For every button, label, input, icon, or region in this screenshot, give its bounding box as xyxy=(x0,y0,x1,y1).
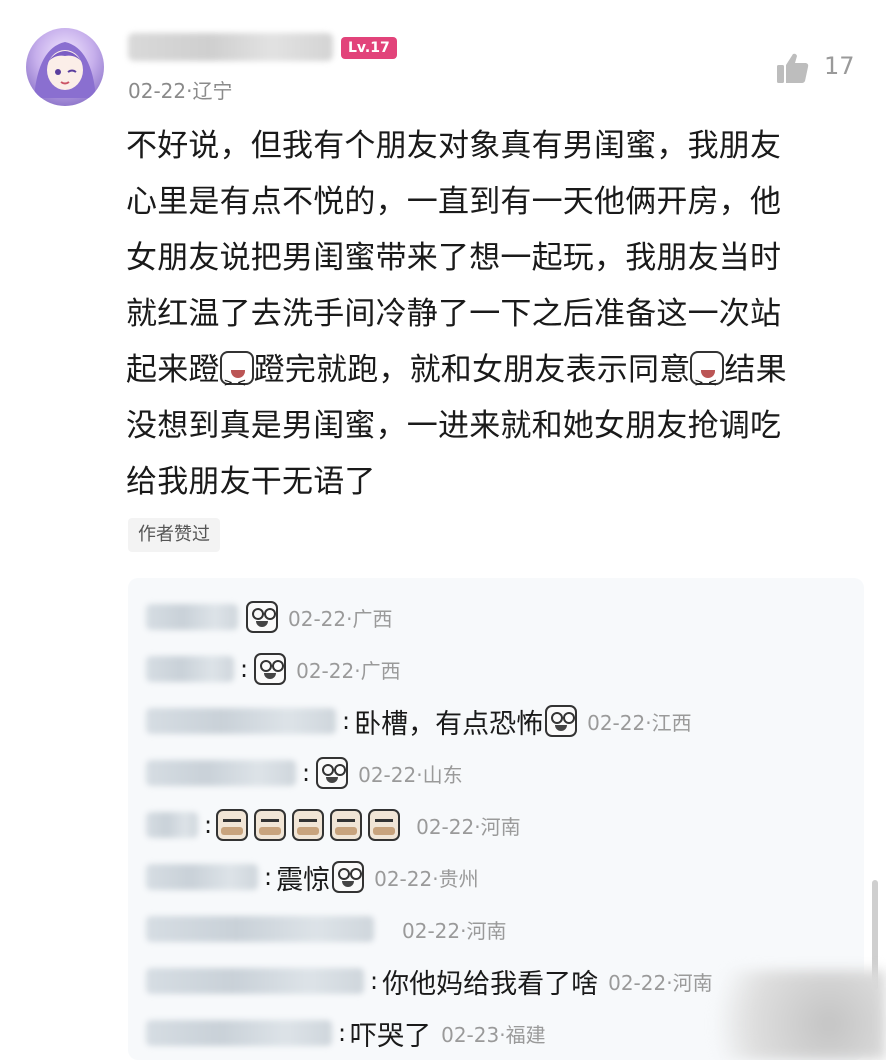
reply-meta: 02-22·广西 xyxy=(296,658,401,683)
meme-face-icon xyxy=(254,809,287,841)
goggle-eyes-face-icon xyxy=(332,861,365,893)
reply-meta: 02-22·江西 xyxy=(587,710,692,735)
post-line: 就红温了去洗手间冷静了一下之后准备这一次站 xyxy=(126,296,782,332)
meme-face-icon xyxy=(216,809,249,841)
like-count: 17 xyxy=(824,52,855,80)
post-line: 女朋友说把男闺蜜带来了想一起玩，我朋友当时 xyxy=(126,240,782,276)
reply-text: 你他妈给我看了啥 xyxy=(382,968,599,1000)
reply-item[interactable]: : 你他妈给我看了啥 02-22·河南 xyxy=(146,963,713,1000)
reply-item[interactable]: 02-22·广西 xyxy=(146,599,392,635)
goggle-eyes-face-icon xyxy=(545,705,578,737)
reply-username-blurred[interactable] xyxy=(146,1020,332,1046)
reply-meta: 02-23·福建 xyxy=(441,1022,546,1047)
meme-face-icon xyxy=(368,809,401,841)
reply-username-blurred[interactable] xyxy=(146,968,364,994)
level-badge: Lv.17 xyxy=(341,37,397,59)
reply-item[interactable]: 02-22·河南 xyxy=(146,911,506,947)
reply-meta: 02-22·河南 xyxy=(416,814,521,839)
reply-item[interactable]: : 卧槽，有点恐怖 02-22·江西 xyxy=(146,703,692,740)
laughing-face-icon xyxy=(690,351,725,411)
post-line: 不好说，但我有个朋友对象真有男闺蜜，我朋友 xyxy=(126,128,782,164)
post-line: 起来蹬蹬完就跑，就和女朋友表示同意结果 xyxy=(126,342,866,411)
reply-username-blurred[interactable] xyxy=(146,864,258,890)
username-blurred[interactable] xyxy=(128,33,333,61)
reply-item[interactable]: : 震惊 02-22·贵州 xyxy=(146,859,479,896)
author-liked-badge: 作者赞过 xyxy=(128,518,220,552)
reply-meta: 02-22·河南 xyxy=(402,918,507,943)
reply-text: 震惊 xyxy=(276,864,331,896)
reply-username-blurred[interactable] xyxy=(146,916,374,942)
reply-item[interactable]: : 吓哭了 02-23·福建 xyxy=(146,1015,546,1052)
post-line: 心里是有点不悦的，一直到有一天他俩开房，他 xyxy=(126,184,782,220)
meme-face-icon xyxy=(330,809,363,841)
reply-item[interactable]: : 02-22·广西 xyxy=(146,651,401,687)
reply-text: 吓哭了 xyxy=(350,1020,432,1052)
reply-item[interactable]: : 02-22·山东 xyxy=(146,755,463,791)
reply-username-blurred[interactable] xyxy=(146,760,296,786)
post-timestamp-location: 02-22·辽宁 xyxy=(128,79,233,103)
thumbs-up-icon[interactable] xyxy=(775,50,811,86)
blurred-corner-overlay xyxy=(696,970,886,1060)
meme-face-icon xyxy=(292,809,325,841)
reply-item[interactable]: : 02-22·河南 xyxy=(146,807,521,843)
reply-text: 卧槽，有点恐怖 xyxy=(354,708,544,740)
post-body: 不好说，但我有个朋友对象真有男闺蜜，我朋友 心里是有点不悦的，一直到有一天他俩开… xyxy=(126,118,866,510)
reply-username-blurred[interactable] xyxy=(146,604,238,630)
goggle-eyes-face-icon xyxy=(254,653,287,685)
goggle-eyes-face-icon xyxy=(246,601,278,633)
reply-username-blurred[interactable] xyxy=(146,812,198,838)
reply-meta: 02-22·山东 xyxy=(358,762,463,787)
goggle-eyes-face-icon xyxy=(316,757,349,789)
reply-meta: 02-22·广西 xyxy=(288,606,393,631)
laughing-face-icon xyxy=(219,351,254,411)
reply-meta: 02-22·贵州 xyxy=(374,866,479,891)
post-line: 给我朋友干无语了 xyxy=(126,464,376,500)
reply-username-blurred[interactable] xyxy=(146,656,234,682)
reply-username-blurred[interactable] xyxy=(146,708,336,734)
avatar[interactable] xyxy=(26,28,104,106)
